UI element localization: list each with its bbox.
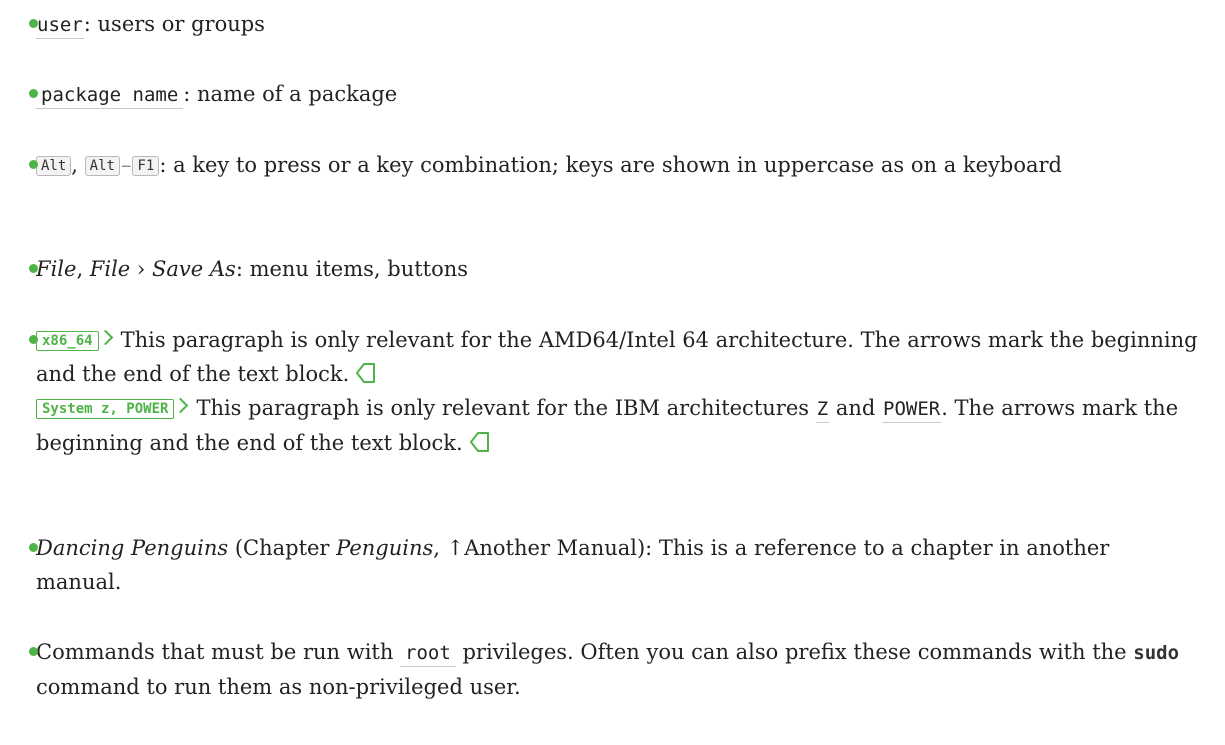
arch-start-arrow-icon [97, 329, 113, 346]
item-text: Commands that must be run with [36, 640, 401, 664]
arch-start-arrow-icon [173, 397, 189, 414]
bullet-icon [29, 543, 38, 552]
command-sudo: sudo [1133, 642, 1180, 664]
arch-badge-system-z-power: System z, POWER [36, 399, 175, 419]
item-text: : a key to press or a key combination; k… [159, 153, 1063, 177]
key-separator: – [120, 153, 132, 177]
arch-end-arrow-icon [356, 363, 376, 383]
item-text: : users or groups [83, 12, 265, 36]
separator-comma: , [71, 153, 85, 177]
list-item-reference: Dancing Penguins (Chapter Penguins, ↑Ano… [29, 531, 1201, 599]
key-alt: Alt [36, 156, 72, 176]
menu-file: File [89, 257, 131, 281]
bullet-icon [29, 264, 38, 273]
list-item-keys: Alt, Alt – F1: a key to press or a key com… [29, 148, 1201, 182]
bullet-icon [29, 335, 38, 344]
item-text: privileges. Often you can also prefix th… [455, 640, 1134, 664]
arch-badge-x86-64: x86_64 [36, 331, 99, 351]
arch-paragraph-ibm: System z, POWER This paragraph is only re… [36, 391, 1201, 460]
key-f1: F1 [132, 156, 160, 176]
bullet-icon [29, 160, 38, 169]
menu-arrow: › [130, 257, 152, 281]
item-text: : name of a package [183, 82, 398, 106]
list-item-root: Commands that must be run with root priv… [29, 635, 1201, 704]
code-package-name: package name [36, 84, 184, 109]
arch-text: This paragraph is only relevant for the … [196, 396, 816, 420]
item-text: : menu items, buttons [235, 257, 469, 281]
code-power: POWER [882, 398, 942, 423]
arch-end-arrow-icon [469, 432, 489, 452]
key-alt: Alt [84, 156, 120, 176]
bullet-icon [29, 647, 38, 656]
reference-link: , ↑Another Manual) [433, 536, 646, 560]
item-text: command to run them as non-privileged us… [36, 675, 521, 699]
arch-text: and [829, 396, 882, 420]
code-z: Z [815, 398, 830, 423]
reference-chapter: Penguins [336, 536, 434, 560]
separator-comma: , [76, 257, 90, 281]
bullet-icon [29, 89, 38, 98]
list-item-user: user: users or groups [29, 7, 1201, 42]
code-root: root [400, 642, 456, 667]
arch-paragraph-x86: x86_64 This paragraph is only relevant fo… [36, 323, 1201, 391]
arch-text: This paragraph is only relevant for the … [36, 328, 1198, 386]
list-item-menu: File, File › Save As: menu items, button… [29, 252, 1201, 286]
code-user: user [36, 14, 84, 39]
document-page: user: users or groups package name: name… [0, 0, 1225, 745]
menu-save-as: Save As [151, 257, 236, 281]
list-item-package: package name: name of a package [29, 77, 1201, 112]
bullet-icon [29, 19, 38, 28]
reference-open: (Chapter [228, 536, 337, 560]
reference-title: Dancing Penguins [36, 536, 229, 560]
list-item-architecture: x86_64 This paragraph is only relevant fo… [29, 323, 1201, 460]
menu-file: File [36, 257, 77, 281]
